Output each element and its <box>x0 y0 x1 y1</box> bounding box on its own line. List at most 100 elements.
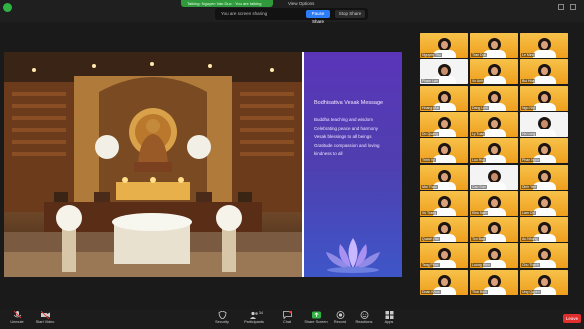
participant-tile[interactable]: Lam Chi <box>520 190 568 216</box>
participants-count: 34 <box>259 311 263 315</box>
participant-face <box>541 198 548 207</box>
participant-shirt <box>483 76 506 85</box>
participant-tile[interactable]: Kieu Nam <box>470 190 518 216</box>
participant-face <box>441 41 448 49</box>
slide-line: Celebrating peace and harmony <box>314 125 379 131</box>
participant-name: Tang Phuc <box>421 263 440 268</box>
participant-tile[interactable]: Trinh Vy <box>420 138 468 164</box>
participant-tile[interactable]: Au Nhung <box>520 217 568 243</box>
participants-button[interactable]: Participants 34 <box>237 311 271 328</box>
view-options-button[interactable]: View Options <box>288 1 314 6</box>
participant-name: Phan Ngoc <box>521 158 541 163</box>
participant-face <box>441 172 448 181</box>
start-video-button[interactable]: Start Video <box>28 311 62 328</box>
record-icon <box>336 311 344 319</box>
window-restore-icon[interactable] <box>558 4 564 10</box>
participant-name: Trinh Vy <box>421 158 436 163</box>
participant-tile[interactable]: Ton Bao <box>470 217 518 243</box>
participant-tile[interactable]: Mai Thao <box>420 164 468 190</box>
participant-tile[interactable]: Ha Long <box>520 111 568 137</box>
participant-shirt <box>533 50 556 58</box>
participant-name: Ha Long <box>521 131 537 136</box>
chat-icon <box>282 311 292 319</box>
participant-name: Le Minh <box>521 53 536 57</box>
meeting-top-bar: Talking: Nguyen Van Duc · You are talkin… <box>0 0 584 24</box>
participant-face <box>541 41 548 49</box>
participant-name: Pham Lan <box>421 79 439 84</box>
participant-tile[interactable]: Doan Khoa <box>420 269 468 295</box>
stop-share-button[interactable]: Stop Share <box>335 10 365 18</box>
participants-label: Participants <box>244 320 264 324</box>
participant-tile[interactable]: Le Minh <box>520 33 568 58</box>
participant-tile[interactable]: Ung Quyen <box>520 269 568 295</box>
participant-shirt <box>533 207 556 216</box>
video-off-icon <box>40 311 50 319</box>
participant-name: Quach Hai <box>421 237 440 242</box>
participant-face <box>441 119 448 128</box>
participant-tile[interactable]: Vu Trang <box>420 190 468 216</box>
participant-name: Au Nhung <box>521 237 539 242</box>
participant-shirt <box>533 76 556 85</box>
participant-tile[interactable]: Pham Lan <box>420 59 468 85</box>
fullscreen-icon[interactable] <box>570 4 576 10</box>
participant-name: Luong Hien <box>471 263 491 268</box>
participant-tile[interactable]: Vo Anh <box>470 59 518 85</box>
participant-name: Ton Bao <box>471 237 486 242</box>
participant-face <box>491 277 498 286</box>
shield-icon <box>218 311 226 319</box>
participant-tile[interactable]: Luong Hien <box>470 243 518 269</box>
participant-name: Chu Thanh <box>521 263 541 268</box>
participant-tile[interactable]: Nguyen Thu <box>420 33 468 58</box>
participant-tile[interactable]: Luu Huy <box>470 138 518 164</box>
screen-share-bar: You are screen sharing Pause Share Stop … <box>215 8 368 24</box>
apps-label: Apps <box>384 320 394 324</box>
participant-name: Luu Huy <box>471 158 487 163</box>
participant-name: Hoang Mai <box>421 105 440 110</box>
participant-tile[interactable]: Phan Ngoc <box>520 138 568 164</box>
participant-tile[interactable]: Tang Phuc <box>420 243 468 269</box>
meeting-toolbar: Unmute Start Video Security Participants… <box>0 309 584 329</box>
participant-shirt <box>533 128 556 137</box>
shield-icon[interactable] <box>3 3 12 12</box>
participant-shirt <box>483 155 506 164</box>
participant-name: Dang Linh <box>471 105 489 110</box>
presentation-slide: Bodhisattva Vesak Message Buddha teachin… <box>304 52 402 277</box>
participant-tile[interactable]: Ngo Nhi <box>520 85 568 111</box>
participant-name: Vo Anh <box>471 79 485 84</box>
talking-indicator: Talking: Nguyen Van Duc · You are talkin… <box>181 0 273 7</box>
participant-shirt <box>483 128 506 137</box>
participant-name: Doan Khoa <box>421 289 441 294</box>
apps-button[interactable]: Apps <box>372 311 406 328</box>
participant-tile[interactable]: Dang Linh <box>470 85 518 111</box>
participant-face <box>491 41 498 49</box>
participant-name: Dinh Yen <box>521 184 538 189</box>
participant-tile[interactable]: Chu Thanh <box>520 243 568 269</box>
participant-tile[interactable]: Quach Hai <box>420 217 468 243</box>
participant-name: Ngo Nhi <box>521 105 536 110</box>
participant-face <box>491 93 498 102</box>
slide-title: Bodhisattva Vesak Message <box>314 100 384 106</box>
participant-tile[interactable]: Tran Duc <box>470 33 518 58</box>
participant-tile[interactable]: Do Quang <box>420 111 468 137</box>
participant-tile[interactable]: Bui Hoa <box>520 59 568 85</box>
participant-face <box>541 119 548 128</box>
participant-tile[interactable]: Ly Tuan <box>470 111 518 137</box>
slide-body: Buddha teaching and wisdom Celebrating p… <box>314 116 398 159</box>
participant-tile[interactable]: Cao Son <box>470 164 518 190</box>
leave-button[interactable]: Leave <box>563 314 581 323</box>
slide-line: Vesak blessings to all beings <box>314 134 372 139</box>
apps-icon <box>385 311 393 319</box>
participant-tile[interactable]: Thai Binh <box>470 269 518 295</box>
smiley-icon <box>360 311 368 319</box>
pause-share-button[interactable]: Pause Share <box>306 10 330 24</box>
participant-name: Vu Trang <box>421 210 438 215</box>
participant-face <box>441 277 448 286</box>
participant-name: Cao Son <box>471 184 487 189</box>
participant-name: Thai Binh <box>471 289 488 294</box>
participant-tile[interactable]: Hoang Mai <box>420 85 468 111</box>
security-button[interactable]: Security <box>205 311 239 328</box>
participant-tile[interactable]: Dinh Yen <box>520 164 568 190</box>
participant-name: Lam Chi <box>521 210 537 215</box>
participant-name: Do Quang <box>421 131 439 136</box>
lotus-icon <box>326 238 380 273</box>
